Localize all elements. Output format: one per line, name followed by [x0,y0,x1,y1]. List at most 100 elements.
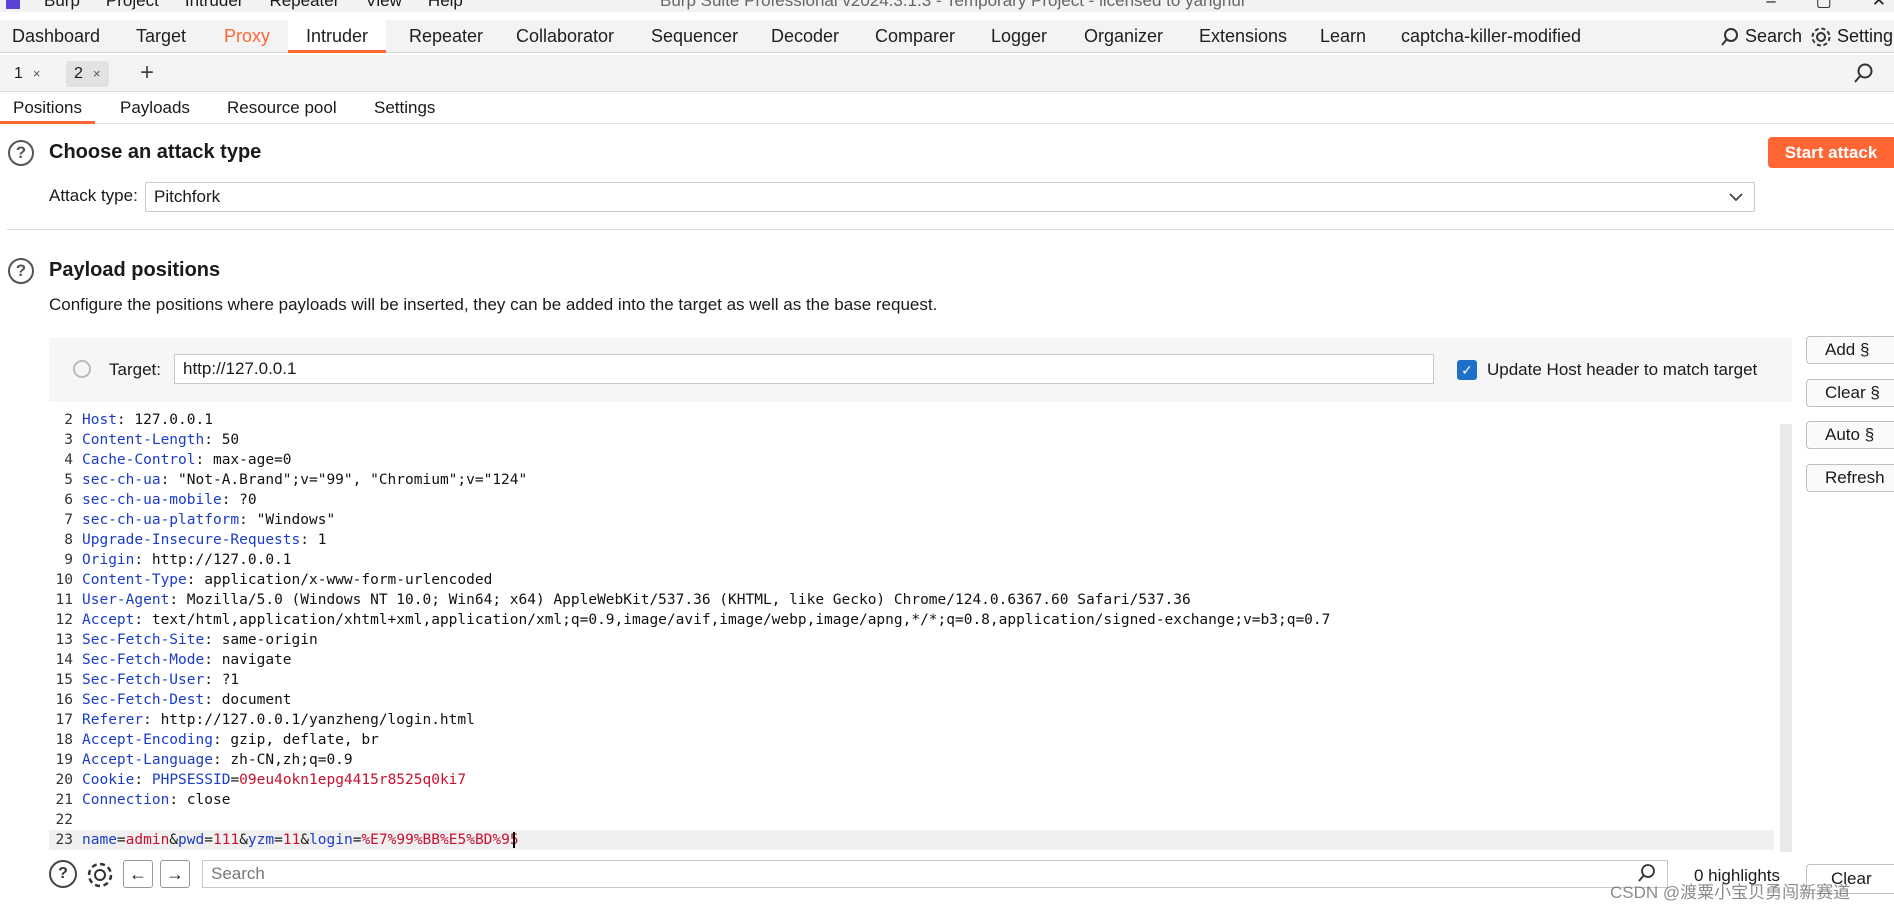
tab-collaborator[interactable]: Collaborator [516,20,614,53]
line-number: 12 [55,612,73,628]
close-icon[interactable]: ✕ [1872,0,1886,11]
section-divider [7,229,1894,230]
tab-dashboard[interactable]: Dashboard [12,20,100,53]
refresh-button[interactable]: Refresh [1806,464,1894,492]
tab-sequencer[interactable]: Sequencer [651,20,738,53]
header-name: Accept [82,612,135,628]
line-number: 21 [55,792,73,808]
header-value: "Not-A.Brand";v="99", "Chromium";v="124" [178,472,528,488]
help-icon[interactable]: ? [8,140,34,166]
header-value: 127.0.0.1 [134,412,213,428]
menu-burp[interactable]: Burp [44,0,80,11]
header-name: Accept-Encoding [82,732,213,748]
instance-tab-2[interactable]: 2 × [66,61,109,87]
request-line: 19 Accept-Language: zh-CN,zh;q=0.9 [49,750,1774,770]
burp-logo-icon [6,0,20,9]
search-icon [1721,27,1738,46]
tool-tabs: Dashboard Target Proxy Intruder Repeater… [0,20,1894,53]
watermark: CSDN @渡粟小宝贝勇闯新赛道 [1610,883,1851,902]
request-body-line: 23 name=admin&pwd=111&yzm=11&login=%E7%99… [49,830,1774,850]
search-label: Search [1745,26,1803,46]
request-line: 8 Upgrade-Insecure-Requests: 1 [49,530,1774,550]
menu-intruder[interactable]: Intruder [185,0,244,11]
help-icon[interactable]: ? [8,258,34,284]
tab-organizer[interactable]: Organizer [1084,20,1163,53]
request-line: 9 Origin: http://127.0.0.1 [49,550,1774,570]
maximize-icon[interactable]: ▢ [1816,0,1832,11]
settings-button[interactable]: Setting [1810,20,1893,53]
header-name: Accept-Language [82,752,213,768]
line-number: 9 [64,552,73,568]
attack-type-select[interactable]: Pitchfork [145,182,1755,212]
line-number: 11 [55,592,73,608]
close-tab-icon[interactable]: × [33,61,41,87]
request-lines: 2 Host: 127.0.0.1 3 Content-Length: 50 4 Cach… [49,410,1774,850]
close-tab-icon[interactable]: × [93,61,101,87]
add-marker-button[interactable]: Add § [1806,336,1894,364]
header-name: Sec-Fetch-User [82,672,205,688]
instance-tab-1[interactable]: 1 × [6,61,49,87]
menu-project[interactable]: Project [106,0,159,11]
tab-captcha-killer-modified[interactable]: captcha-killer-modified [1401,20,1581,53]
tab-decoder[interactable]: Decoder [771,20,839,53]
clear-markers-button[interactable]: Clear § [1806,379,1894,407]
tab-comparer[interactable]: Comparer [875,20,955,53]
menu-bar: Burp Project Intruder Repeater View Help [44,0,463,11]
header-name: Cookie [82,772,135,788]
tab-learn[interactable]: Learn [1320,20,1366,53]
tab-resource-pool[interactable]: Resource pool [214,92,350,124]
menu-help[interactable]: Help [428,0,463,11]
line-number: 8 [64,532,73,548]
menu-repeater[interactable]: Repeater [269,0,339,11]
search-icon[interactable] [1853,62,1875,84]
search-placeholder: Search [211,864,265,883]
request-line: 12 Accept: text/html,application/xhtml+xm… [49,610,1774,630]
header-value: same-origin [221,632,318,648]
line-number: 23 [55,832,73,848]
header-name: Sec-Fetch-Dest [82,692,205,708]
forward-arrow-icon[interactable]: → [160,860,190,888]
menu-view[interactable]: View [365,0,402,11]
gear-icon[interactable] [85,860,115,890]
target-input[interactable]: http://127.0.0.1 [174,354,1434,384]
back-arrow-icon[interactable]: ← [123,860,153,888]
line-number: 16 [55,692,73,708]
tab-logger[interactable]: Logger [991,20,1047,53]
header-name: Upgrade-Insecure-Requests [82,532,301,548]
tab-intruder[interactable]: Intruder [288,20,387,53]
tab-repeater[interactable]: Repeater [409,20,483,53]
tab-proxy[interactable]: Proxy [224,20,270,53]
help-icon[interactable]: ? [49,860,77,888]
request-line: 2 Host: 127.0.0.1 [49,410,1774,430]
start-attack-button[interactable]: Start attack [1768,137,1894,168]
global-search-button[interactable]: Search [1720,20,1802,53]
update-host-checkbox[interactable]: ✓ [1457,360,1477,380]
header-value: ?1 [221,672,240,688]
header-name: Cache-Control [82,452,196,468]
request-editor[interactable]: 2 Host: 127.0.0.1 3 Content-Length: 50 4 Cach… [49,402,1792,852]
auto-markers-button[interactable]: Auto § [1806,421,1894,449]
instance-tab-label: 1 [14,65,23,82]
window-controls: – ▢ ✕ [1766,0,1894,11]
cookie-name: PHPSESSID [151,772,231,788]
editor-search-input[interactable]: Search [202,860,1668,888]
editor-scrollbar[interactable] [1780,424,1792,852]
header-value: max-age=0 [212,452,292,468]
header-value: http://127.0.0.1 [151,552,292,568]
tab-target[interactable]: Target [136,20,186,53]
tab-settings[interactable]: Settings [361,92,448,124]
request-line: 13 Sec-Fetch-Site: same-origin [49,630,1774,650]
minimize-icon[interactable]: – [1766,0,1775,11]
tab-payloads[interactable]: Payloads [107,92,203,124]
request-line: 14 Sec-Fetch-Mode: navigate [49,650,1774,670]
header-value: zh-CN,zh;q=0.9 [230,752,353,768]
tab-extensions[interactable]: Extensions [1199,20,1287,53]
tab-positions[interactable]: Positions [0,92,95,124]
param-name: yzm [247,832,275,848]
header-name: Referer [82,712,144,728]
attack-type-label: Attack type: [49,186,138,205]
add-tab-icon[interactable]: + [140,59,154,87]
line-number: 2 [64,412,73,428]
param-name: login [309,832,353,848]
header-value: text/html,application/xhtml+xml,applicat… [151,612,1331,628]
